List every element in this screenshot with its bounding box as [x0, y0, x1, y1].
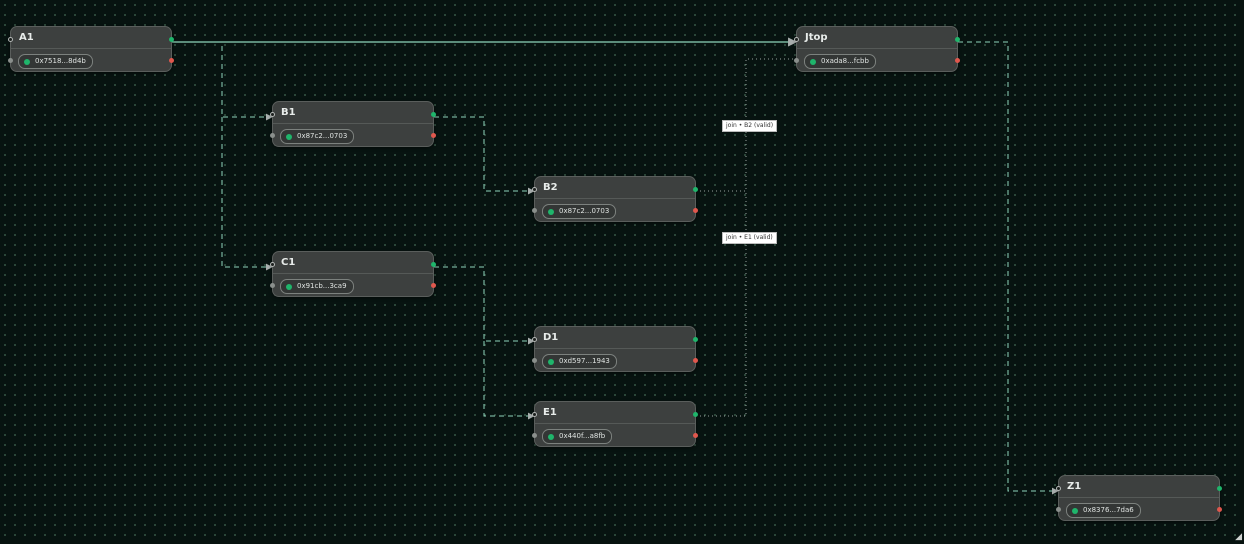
- edge-jtop-z1[interactable]: [958, 41, 1059, 495]
- address-text: 0x8376...7da6: [1083, 506, 1134, 514]
- address-text: 0x440f...a8fb: [559, 432, 606, 440]
- status-dot-icon: [24, 58, 30, 65]
- output-port[interactable]: [431, 262, 436, 267]
- address-badge[interactable]: 0x87c2...0703: [542, 204, 617, 219]
- divider: [273, 123, 433, 124]
- error-port[interactable]: [693, 358, 698, 363]
- input-port-secondary[interactable]: [794, 58, 799, 63]
- input-port-secondary[interactable]: [532, 358, 537, 363]
- status-dot-icon: [548, 433, 554, 440]
- address-badge[interactable]: 0x8376...7da6: [1066, 503, 1141, 518]
- edge-a1-b1[interactable]: [172, 41, 273, 121]
- address-badge[interactable]: 0x87c2...0703: [280, 129, 355, 144]
- divider: [535, 348, 695, 349]
- input-port[interactable]: [8, 37, 13, 42]
- divider: [797, 48, 957, 49]
- input-port-secondary[interactable]: [532, 433, 537, 438]
- output-port[interactable]: [169, 37, 174, 42]
- divider: [535, 423, 695, 424]
- node-title: B2: [543, 182, 558, 193]
- output-port[interactable]: [693, 337, 698, 342]
- divider: [535, 198, 695, 199]
- edge-e1-jtop[interactable]: [696, 191, 747, 417]
- edge-a1-c1[interactable]: [221, 117, 273, 271]
- edge-c1-e1[interactable]: [483, 341, 535, 420]
- edge-layer: [172, 37, 1059, 495]
- node-a1[interactable]: A1 0x7518...8d4b: [8, 26, 174, 72]
- input-port[interactable]: [794, 37, 799, 42]
- address-badge[interactable]: 0xada8...fcbb: [804, 54, 876, 69]
- node-b2[interactable]: B2 0x87c2...0703: [532, 176, 698, 222]
- node-d1[interactable]: D1 0xd597...1943: [532, 326, 698, 372]
- status-dot-icon: [548, 208, 554, 215]
- address-text: 0x87c2...0703: [297, 132, 348, 140]
- address-text: 0x7518...8d4b: [35, 57, 86, 65]
- address-text: 0xada8...fcbb: [821, 57, 869, 65]
- output-port[interactable]: [431, 112, 436, 117]
- error-port[interactable]: [431, 133, 436, 138]
- status-dot-icon: [286, 133, 292, 140]
- divider: [11, 48, 171, 49]
- node-title: D1: [543, 332, 559, 343]
- input-port-secondary[interactable]: [1056, 507, 1061, 512]
- node-title: B1: [281, 107, 296, 118]
- node-e1[interactable]: E1 0x440f...a8fb: [532, 401, 698, 447]
- status-dot-icon: [810, 58, 816, 65]
- node-title: Z1: [1067, 481, 1082, 492]
- node-b1[interactable]: B1 0x87c2...0703: [270, 101, 436, 147]
- edge-label-join-e1: join • E1 (valid): [722, 232, 777, 244]
- output-port[interactable]: [693, 412, 698, 417]
- node-title: Jtop: [805, 32, 828, 43]
- edge-label-join-b2: join • B2 (valid): [722, 120, 778, 132]
- input-port-secondary[interactable]: [8, 58, 13, 63]
- address-text: 0x87c2...0703: [559, 207, 610, 215]
- input-port[interactable]: [532, 187, 537, 192]
- status-dot-icon: [286, 283, 292, 290]
- address-badge[interactable]: 0xd597...1943: [542, 354, 617, 369]
- error-port[interactable]: [955, 58, 960, 63]
- address-badge[interactable]: 0x7518...8d4b: [18, 54, 93, 69]
- status-dot-icon: [548, 358, 554, 365]
- error-port[interactable]: [431, 283, 436, 288]
- edge-c1-d1[interactable]: [434, 266, 535, 345]
- node-jtop[interactable]: Jtop 0xada8...fcbb: [794, 26, 960, 72]
- status-dot-icon: [1072, 507, 1078, 514]
- output-port[interactable]: [693, 187, 698, 192]
- address-badge[interactable]: 0x440f...a8fb: [542, 429, 613, 444]
- error-port[interactable]: [693, 433, 698, 438]
- address-badge[interactable]: 0x91cb...3ca9: [280, 279, 354, 294]
- input-port-secondary[interactable]: [270, 283, 275, 288]
- output-port[interactable]: [955, 37, 960, 42]
- resize-handle-icon[interactable]: ◢: [1235, 532, 1242, 542]
- error-port[interactable]: [693, 208, 698, 213]
- error-port[interactable]: [169, 58, 174, 63]
- input-port[interactable]: [532, 412, 537, 417]
- input-port[interactable]: [532, 337, 537, 342]
- node-c1[interactable]: C1 0x91cb...3ca9: [270, 251, 436, 297]
- input-port[interactable]: [1056, 486, 1061, 491]
- input-port-secondary[interactable]: [532, 208, 537, 213]
- input-port-secondary[interactable]: [270, 133, 275, 138]
- node-z1[interactable]: Z1 0x8376...7da6: [1056, 475, 1222, 521]
- error-port[interactable]: [1217, 507, 1222, 512]
- input-port[interactable]: [270, 112, 275, 117]
- node-title: C1: [281, 257, 296, 268]
- node-title: A1: [19, 32, 34, 43]
- input-port[interactable]: [270, 262, 275, 267]
- edge-b1-b2[interactable]: [434, 116, 535, 195]
- output-port[interactable]: [1217, 486, 1222, 491]
- node-title: E1: [543, 407, 557, 418]
- address-text: 0x91cb...3ca9: [297, 282, 347, 290]
- divider: [273, 273, 433, 274]
- divider: [1059, 497, 1219, 498]
- address-text: 0xd597...1943: [559, 357, 610, 365]
